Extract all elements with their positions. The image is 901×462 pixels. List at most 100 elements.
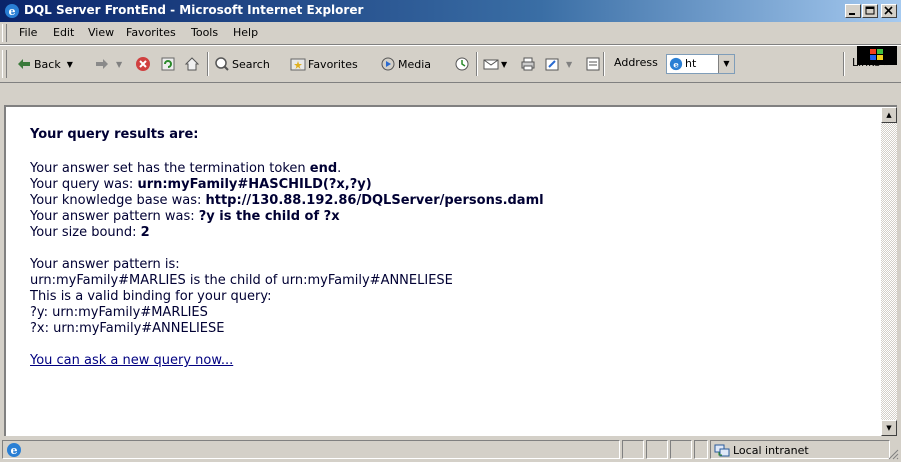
search-button[interactable]: Search <box>214 56 270 72</box>
binding-x: ?x: urn:myFamily#ANNELIESE <box>30 321 225 336</box>
svg-text:e: e <box>9 5 16 18</box>
close-button[interactable] <box>881 4 897 18</box>
maximize-icon <box>865 6 875 15</box>
edit-button[interactable]: ▼ <box>544 56 572 72</box>
status-panel <box>670 440 692 459</box>
termination-line: Your answer set has the termination toke… <box>30 161 544 177</box>
local-intranet-icon <box>714 444 730 457</box>
termination-token: end <box>309 161 338 176</box>
status-bar: e Local intranet <box>0 437 901 462</box>
print-icon <box>521 57 535 71</box>
refresh-button[interactable] <box>160 56 178 72</box>
back-label: Back <box>34 57 61 71</box>
query-value: urn:myFamily#HASCHILD(?x,?y) <box>137 177 372 192</box>
page-content: Your query results are: Your answer set … <box>30 127 544 369</box>
answer-pattern-value: ?y is the child of ?x <box>198 209 340 224</box>
valid-binding-line: This is a valid binding for your query: <box>30 289 272 304</box>
mail-icon <box>483 59 499 70</box>
search-icon <box>215 57 229 71</box>
home-icon <box>184 57 200 71</box>
query-prefix: Your query was: <box>30 177 138 192</box>
size-bound-value: 2 <box>140 225 150 240</box>
results-heading: Your query results are: <box>30 127 199 142</box>
search-label: Search <box>232 57 270 71</box>
chevron-down-icon: ▼ <box>723 59 730 68</box>
menu-help[interactable]: Help <box>233 26 258 39</box>
stop-icon <box>136 57 150 71</box>
answer-pattern-line: Your answer pattern was: ?y is the child… <box>30 209 544 225</box>
scroll-down-button[interactable]: ▼ <box>881 420 897 436</box>
answer-result-line: urn:myFamily#MARLIES is the child of urn… <box>30 273 453 288</box>
svg-text:e: e <box>673 61 679 71</box>
termination-prefix: Your answer set has the termination toke… <box>30 161 310 176</box>
home-button[interactable] <box>184 56 202 72</box>
toolbar-separator <box>603 52 605 76</box>
back-dropdown-icon[interactable]: ▼ <box>67 60 73 69</box>
status-panel <box>646 440 668 459</box>
address-value[interactable]: ht <box>685 57 696 70</box>
toolbar-separator <box>207 52 209 76</box>
knowledge-base-value: http://130.88.192.86/DQLServer/persons.d… <box>205 193 544 208</box>
history-button[interactable] <box>454 56 472 72</box>
query-line: Your query was: urn:myFamily#HASCHILD(?x… <box>30 177 544 193</box>
print-button[interactable] <box>520 56 538 72</box>
knowledge-base-prefix: Your knowledge base was: <box>30 193 206 208</box>
menu-grip[interactable] <box>2 24 7 42</box>
toolbar-grip[interactable] <box>2 50 7 78</box>
minimize-button[interactable] <box>845 4 861 18</box>
binding-y: ?y: urn:myFamily#MARLIES <box>30 305 208 320</box>
mail-dropdown-icon[interactable]: ▼ <box>501 60 507 69</box>
menu-file[interactable]: File <box>19 26 37 39</box>
status-main-panel: e <box>2 440 620 459</box>
links-label: Links <box>852 56 881 69</box>
status-panel <box>622 440 644 459</box>
toolbar-separator <box>843 52 845 76</box>
window-title: DQL Server FrontEnd - Microsoft Internet… <box>24 3 364 17</box>
media-icon <box>381 57 395 71</box>
minimize-icon <box>849 13 855 15</box>
links-button[interactable]: Links » <box>852 56 890 69</box>
mail-button[interactable]: ▼ <box>483 56 507 72</box>
size-bound-prefix: Your size bound: <box>30 225 141 240</box>
menu-favorites[interactable]: Favorites <box>126 26 176 39</box>
stop-button[interactable] <box>135 56 153 72</box>
browser-window: e DQL Server FrontEnd - Microsoft Intern… <box>0 0 901 462</box>
forward-button[interactable]: ▼ <box>94 56 122 72</box>
vertical-scrollbar[interactable]: ▲ ▼ <box>881 107 897 436</box>
discuss-button[interactable] <box>585 56 603 72</box>
maximize-button[interactable] <box>862 4 878 18</box>
size-bound-line: Your size bound: 2 <box>30 225 544 241</box>
address-dropdown-button[interactable]: ▼ <box>718 55 734 73</box>
history-icon <box>455 57 469 71</box>
internet-explorer-icon: e <box>5 4 19 18</box>
menu-view[interactable]: View <box>88 26 114 39</box>
status-panel <box>694 440 708 459</box>
media-button[interactable]: Media <box>380 56 431 72</box>
page-viewport[interactable]: Your query results are: Your answer set … <box>4 105 897 436</box>
address-label-wrap: Address <box>614 56 658 69</box>
answer-pattern-heading: Your answer pattern is: <box>30 257 180 272</box>
edit-icon <box>545 58 559 71</box>
close-icon <box>884 6 893 15</box>
resize-grip-icon[interactable] <box>887 448 899 460</box>
menu-tools[interactable]: Tools <box>191 26 218 39</box>
security-zone-label: Local intranet <box>733 444 809 457</box>
forward-dropdown-icon[interactable]: ▼ <box>116 60 122 69</box>
menu-edit[interactable]: Edit <box>53 26 74 39</box>
scroll-up-icon: ▲ <box>886 111 892 119</box>
address-bar[interactable]: e ht ▼ <box>666 54 735 74</box>
svg-text:e: e <box>11 444 18 457</box>
favorites-label: Favorites <box>308 57 358 71</box>
edit-dropdown-icon[interactable]: ▼ <box>566 60 572 69</box>
discuss-icon <box>586 57 600 71</box>
security-zone-panel[interactable]: Local intranet <box>710 440 890 459</box>
page-status-icon: e <box>7 443 21 457</box>
back-button[interactable]: Back ▼ <box>16 56 73 72</box>
termination-suffix: . <box>337 161 342 176</box>
favorites-button[interactable]: Favorites <box>290 56 358 72</box>
favorites-icon <box>290 58 306 71</box>
scroll-up-button[interactable]: ▲ <box>881 107 897 123</box>
new-query-link[interactable]: You can ask a new query now... <box>30 353 233 368</box>
